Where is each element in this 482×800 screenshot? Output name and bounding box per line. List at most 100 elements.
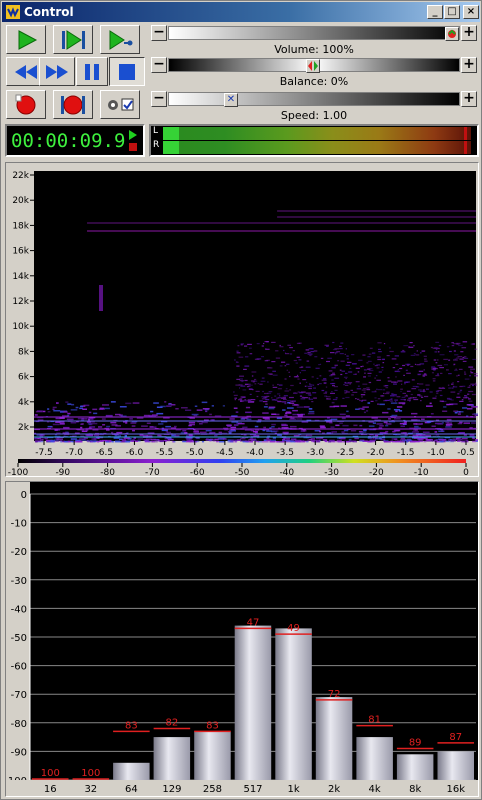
scale-tick-label: -100 <box>8 468 29 476</box>
x-tick-label: -2.0 <box>367 448 385 458</box>
y-tick-label: 18k <box>12 221 29 231</box>
play-button[interactable] <box>6 25 46 54</box>
x-tick-label: -1.5 <box>397 448 415 458</box>
color-scale <box>18 459 466 463</box>
bar <box>234 625 272 780</box>
control-window: Control _ □ × − + Volume: 100% − + Balan… <box>0 0 482 800</box>
scale-tick-label: -70 <box>145 468 160 476</box>
y-tick-label: 4k <box>18 398 30 408</box>
record-icon <box>15 94 36 114</box>
maximize-button[interactable]: □ <box>444 5 460 19</box>
x-tick-label: -4.5 <box>216 448 234 458</box>
fast-forward-icon <box>46 64 68 79</box>
x-tick-label: -7.5 <box>35 448 53 458</box>
balance-slider[interactable]: − + <box>151 57 477 75</box>
x-tick-label: -0.5 <box>457 448 475 458</box>
x-tick-label: 32 <box>84 784 97 795</box>
play-selection-button[interactable] <box>53 25 93 54</box>
x-tick-label: 16 <box>44 784 57 795</box>
bar <box>275 628 312 780</box>
speed-track[interactable]: ✕ <box>168 92 460 107</box>
volume-label: Volume: 100% <box>274 43 354 56</box>
record-new-icon <box>61 95 85 114</box>
peak-label: 47 <box>247 617 260 628</box>
y-tick-label: -10 <box>11 519 27 530</box>
y-tick-label: -90 <box>11 747 27 758</box>
balance-decrease-button[interactable]: − <box>151 57 167 73</box>
meter-left-level <box>163 127 179 140</box>
record-button[interactable] <box>6 90 46 119</box>
meter-right-level <box>163 141 179 154</box>
volume-slider[interactable]: − + <box>151 25 477 43</box>
title-bar[interactable]: Control _ □ × <box>2 2 480 22</box>
x-tick-label: -7.0 <box>65 448 83 458</box>
peak-label: 72 <box>328 689 341 700</box>
x-tick-label: -6.0 <box>126 448 144 458</box>
y-tick-label: 8k <box>18 347 30 357</box>
record-options-icon <box>108 98 134 110</box>
volume-knob-icon[interactable] <box>445 27 459 41</box>
y-tick-label: 14k <box>12 272 29 282</box>
y-tick-label: -20 <box>11 547 27 558</box>
meter-left-label: L <box>153 126 159 136</box>
record-options-button[interactable] <box>100 90 140 119</box>
y-tick-label: -50 <box>11 633 27 644</box>
x-tick-label: -3.5 <box>276 448 294 458</box>
speed-knob-icon[interactable]: ✕ <box>224 93 238 107</box>
peak-label: 100 <box>41 768 60 779</box>
play-cursor-icon <box>109 29 133 50</box>
scale-tick-label: -60 <box>190 468 205 476</box>
x-axis-strip <box>6 780 478 796</box>
pause-icon <box>85 63 99 80</box>
play-icon <box>18 29 38 50</box>
volume-increase-button[interactable]: + <box>461 25 477 41</box>
balance-increase-button[interactable]: + <box>461 57 477 73</box>
volume-track[interactable] <box>168 26 460 41</box>
y-tick-label: -80 <box>11 719 27 730</box>
balance-label: Balance: 0% <box>279 75 349 88</box>
scale-tick-label: -80 <box>100 468 115 476</box>
record-new-button[interactable] <box>53 90 93 119</box>
pause-button[interactable] <box>76 57 108 86</box>
y-tick-label: 20k <box>12 196 29 206</box>
scale-tick-label: -90 <box>55 468 70 476</box>
x-tick-label: 258 <box>203 784 222 795</box>
volume-decrease-button[interactable]: − <box>151 25 167 41</box>
speed-slider[interactable]: − ✕ + <box>151 91 477 109</box>
speed-decrease-button[interactable]: − <box>151 91 167 107</box>
scale-tick-label: -20 <box>369 468 384 476</box>
peak-label: 83 <box>125 720 138 731</box>
bar <box>194 731 231 780</box>
balance-track[interactable] <box>168 58 460 73</box>
peak-label: 49 <box>287 623 300 634</box>
peak-label: 82 <box>166 718 179 729</box>
play-from-cursor-button[interactable] <box>100 25 140 54</box>
bar <box>153 737 191 780</box>
meter-left-bar <box>163 127 471 140</box>
fast-forward-button[interactable] <box>39 57 75 86</box>
stop-icon <box>119 63 135 80</box>
play-status-icon <box>129 130 137 151</box>
time-display: 00:00:09.9 <box>5 124 145 157</box>
peak-label: 100 <box>81 768 100 779</box>
y-tick-label: 22k <box>12 171 29 181</box>
bar <box>437 751 474 780</box>
balance-knob-icon[interactable] <box>306 59 320 73</box>
peak-label: 89 <box>409 738 422 749</box>
speed-increase-button[interactable]: + <box>461 91 477 107</box>
close-button[interactable]: × <box>463 5 479 19</box>
stop-button[interactable] <box>109 57 145 86</box>
y-tick-label: 12k <box>12 297 29 307</box>
meter-right-label: R <box>153 140 160 150</box>
x-tick-label: 16k <box>446 784 465 795</box>
scale-tick-label: 0 <box>463 468 469 476</box>
peak-label: 83 <box>206 720 219 731</box>
peak-label: 87 <box>449 732 462 743</box>
minimize-button[interactable]: _ <box>427 5 443 19</box>
y-tick-label: -60 <box>11 662 27 673</box>
spectrogram[interactable]: 22k 20k 18k 16k 14k 12k 10k 8k 6k 4k 2k -7.5 -7.0 -6.… <box>6 163 481 478</box>
x-tick-label: 4k <box>369 784 381 795</box>
x-tick-label: 2k <box>328 784 340 795</box>
scale-tick-label: -10 <box>414 468 429 476</box>
meter-right-bar <box>163 141 471 154</box>
